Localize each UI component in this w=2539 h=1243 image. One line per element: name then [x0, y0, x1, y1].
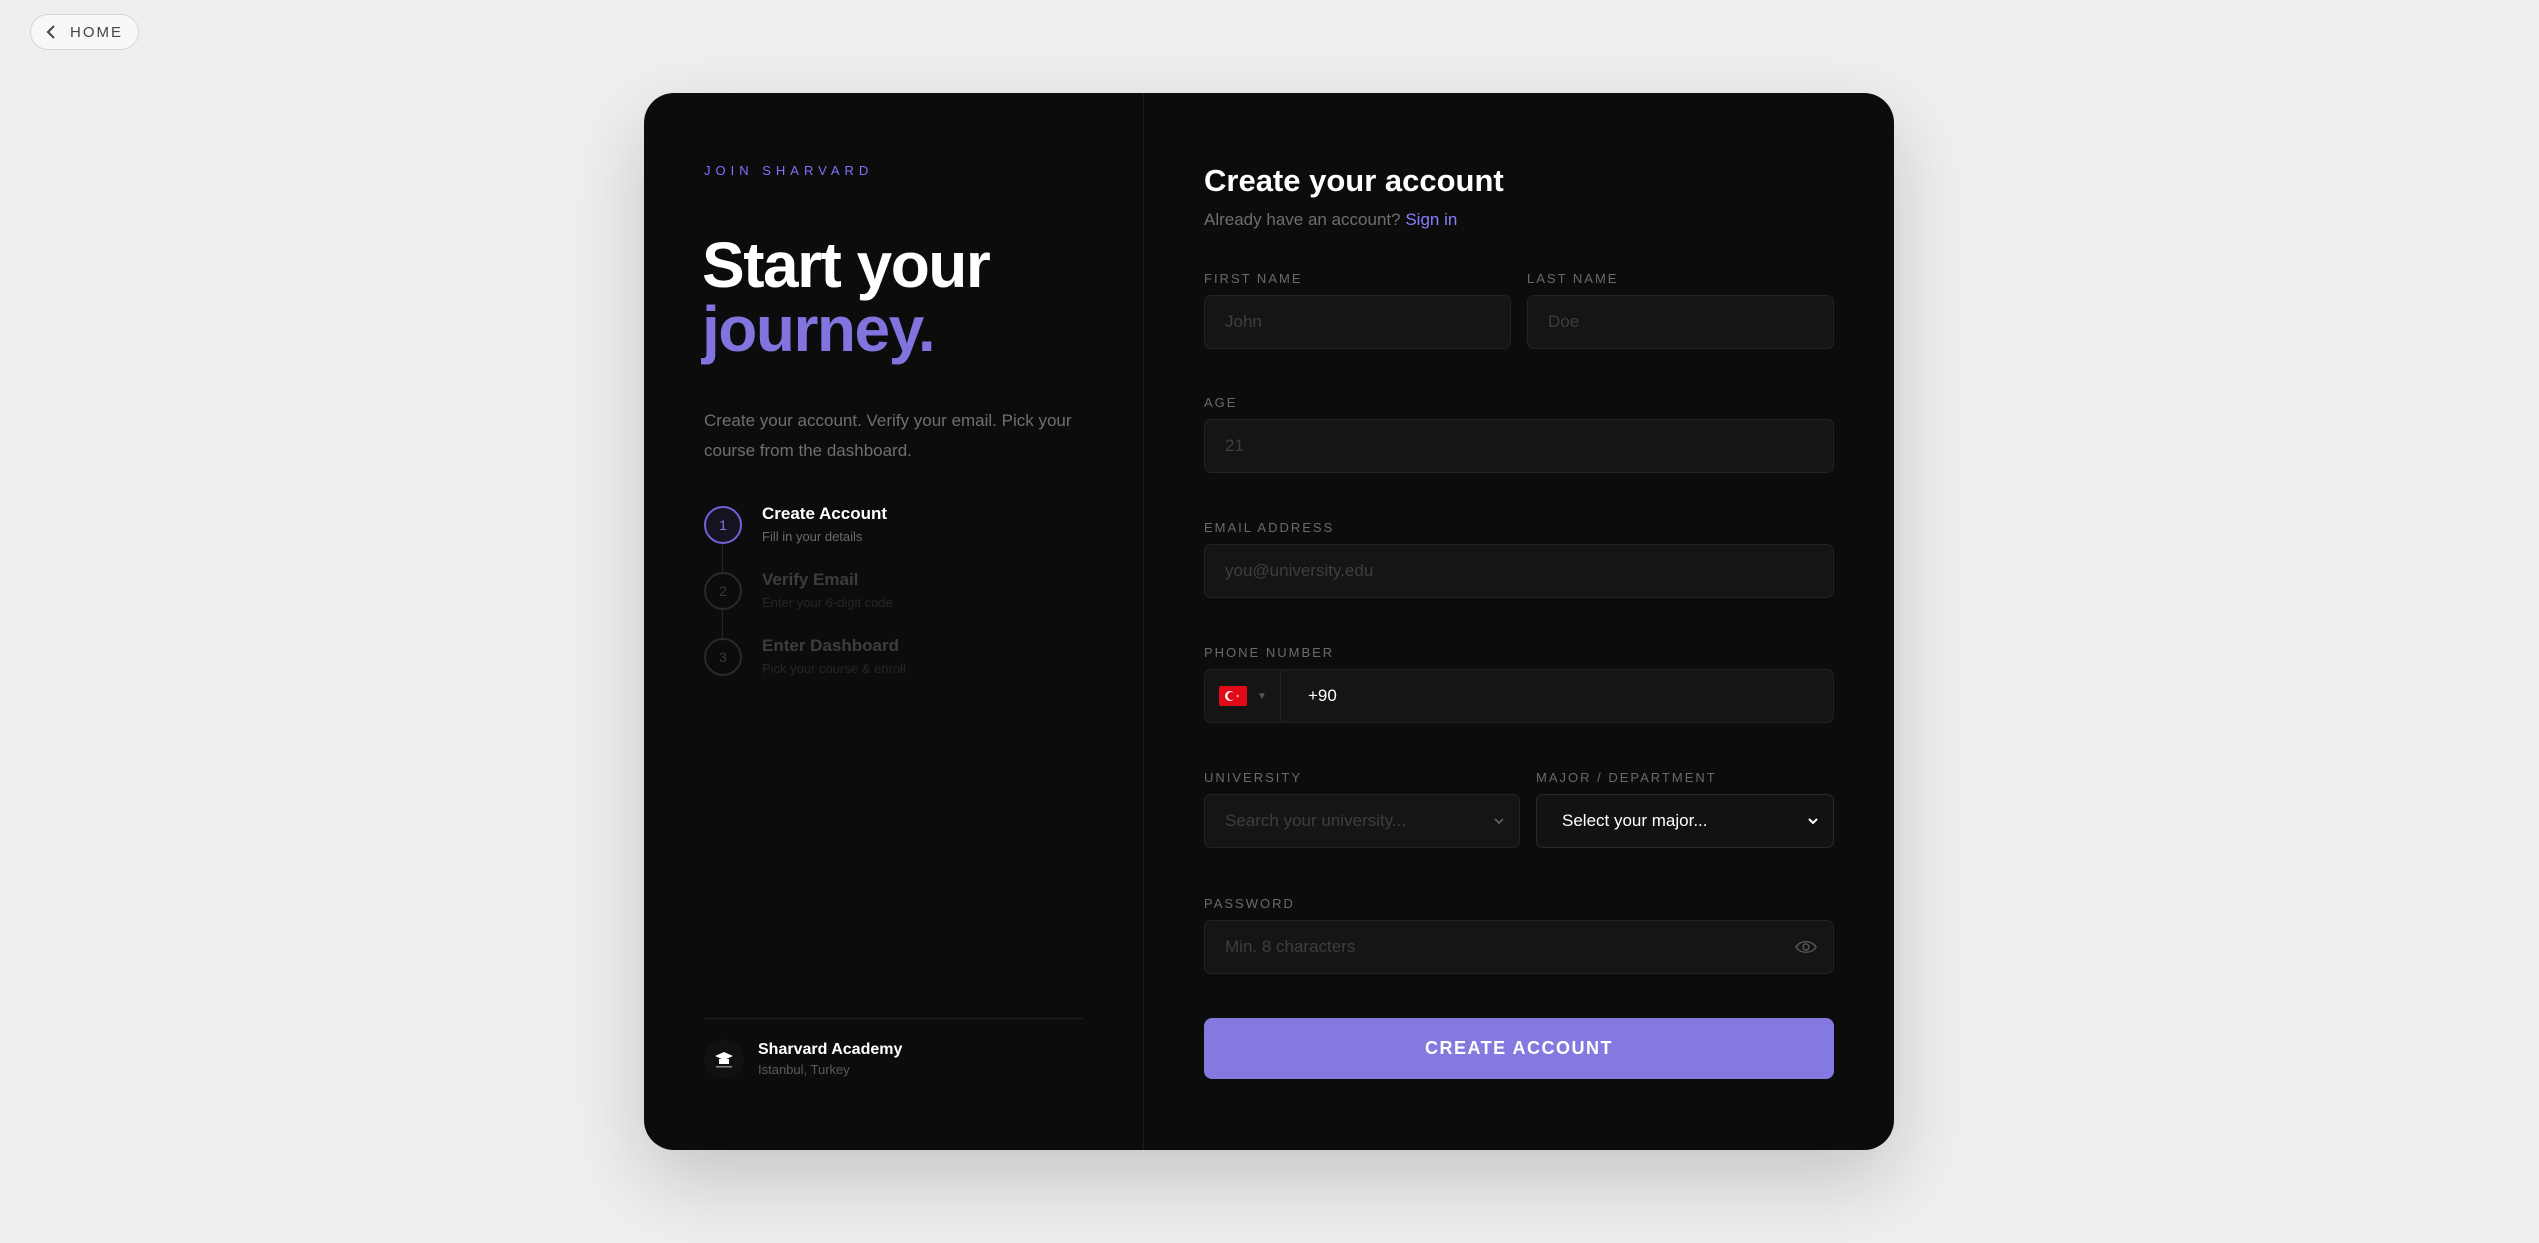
caret-down-icon: ▼	[1257, 690, 1267, 702]
major-select[interactable]: Select your major...	[1536, 794, 1834, 848]
eyebrow-text: JOIN SHARVARD	[704, 163, 874, 178]
step-item: 1 Create Account Fill in your details	[704, 504, 906, 572]
step-subtitle: Pick your course & enroll	[762, 661, 906, 676]
signin-prompt: Already have an account? Sign in	[1204, 210, 1458, 229]
email-label: EMAIL ADDRESS	[1204, 520, 1335, 535]
step-list: 1 Create Account Fill in your details 2 …	[704, 504, 906, 704]
email-input[interactable]: you@university.edu	[1204, 544, 1834, 598]
first-name-label: FIRST NAME	[1204, 271, 1303, 286]
signup-card: JOIN SHARVARD Start your journey. Create…	[644, 93, 1894, 1150]
step-subtitle: Fill in your details	[762, 529, 863, 544]
academy-logo-icon	[704, 1039, 744, 1079]
age-input[interactable]: 21	[1204, 419, 1834, 473]
signin-link[interactable]: Sign in	[1405, 210, 1457, 229]
intro-panel: JOIN SHARVARD Start your journey. Create…	[644, 93, 1144, 1150]
intro-text: Create your account. Verify your email. …	[704, 411, 1072, 460]
university-label: UNIVERSITY	[1204, 770, 1303, 785]
phone-value: +90	[1308, 686, 1337, 705]
step-number: 2	[704, 572, 742, 610]
eye-icon[interactable]	[1795, 939, 1817, 955]
brand-footer: Sharvard Academy Istanbul, Turkey	[704, 1018, 1083, 1079]
step-title: Verify Email	[762, 570, 859, 589]
step-title: Enter Dashboard	[762, 636, 899, 655]
step-connector	[722, 610, 723, 638]
step-connector	[722, 544, 723, 572]
hero-heading: Start your journey.	[702, 229, 991, 365]
step-title: Create Account	[762, 504, 888, 523]
step-item: 2 Verify Email Enter your 6-digit code	[704, 570, 906, 638]
brand-name: Sharvard Academy	[758, 1041, 903, 1058]
password-input[interactable]: Min. 8 characters	[1204, 920, 1834, 974]
step-item: 3 Enter Dashboard Pick your course & enr…	[704, 636, 906, 704]
chevron-down-icon	[1808, 818, 1818, 825]
turkey-flag-icon	[1219, 686, 1247, 706]
university-search-input[interactable]: Search your university...	[1204, 794, 1520, 848]
hero-line-1: Start your	[702, 229, 991, 301]
age-label: AGE	[1204, 395, 1238, 410]
create-account-button[interactable]: CREATE ACCOUNT	[1204, 1018, 1834, 1079]
chevron-left-icon	[46, 25, 55, 39]
password-label: PASSWORD	[1204, 896, 1295, 911]
step-number: 3	[704, 638, 742, 676]
brand-location: Istanbul, Turkey	[758, 1062, 850, 1077]
last-name-input[interactable]: Doe	[1527, 295, 1834, 349]
signup-form: Create your account Already have an acco…	[1144, 93, 1894, 1150]
last-name-label: LAST NAME	[1527, 271, 1619, 286]
phone-label: PHONE NUMBER	[1204, 645, 1335, 660]
home-button[interactable]: HOME	[30, 14, 139, 50]
step-number: 1	[704, 506, 742, 544]
step-subtitle: Enter your 6-digit code	[762, 595, 893, 610]
country-code-selector[interactable]: ▼	[1205, 670, 1281, 722]
hero-line-2: journey.	[702, 293, 936, 365]
home-label: HOME	[70, 23, 123, 41]
form-title: Create your account	[1204, 163, 1504, 198]
first-name-input[interactable]: John	[1204, 295, 1511, 349]
chevron-down-icon	[1494, 818, 1504, 825]
phone-field[interactable]: ▼ +90	[1204, 669, 1834, 723]
major-label: MAJOR / DEPARTMENT	[1536, 770, 1717, 785]
